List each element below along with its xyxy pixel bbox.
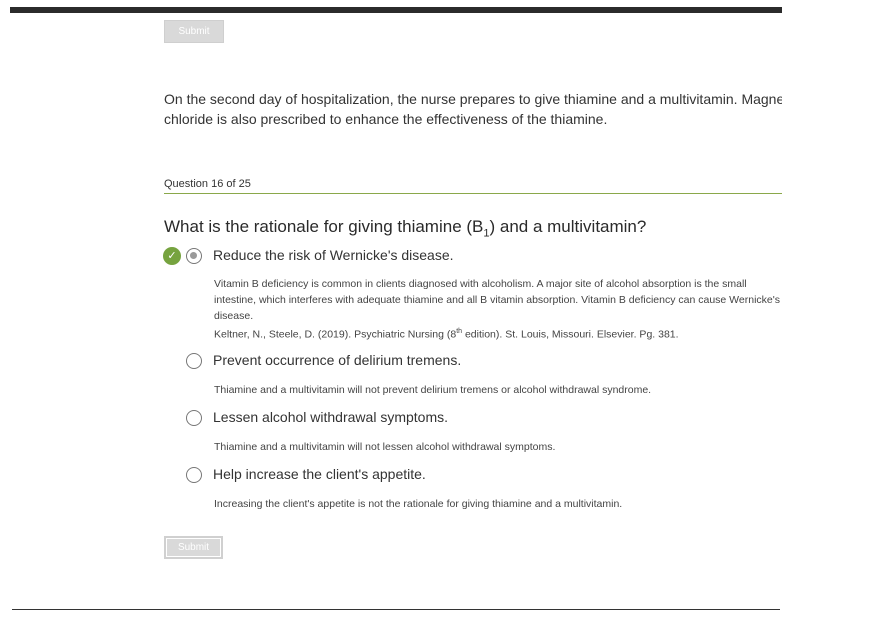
question-counter: Question 16 of 25 (164, 178, 251, 190)
option-4-label[interactable]: Help increase the client's appetite. (213, 466, 426, 482)
scenario-line-1: On the second day of hospitalization, th… (164, 91, 782, 107)
scenario-text: On the second day of hospitalization, th… (164, 89, 782, 129)
submit-button-top[interactable]: Submit (164, 20, 224, 43)
submit-button-bottom[interactable]: Submit (164, 536, 223, 559)
option-1-radio[interactable] (186, 248, 202, 264)
question-text: What is the rationale for giving thiamin… (164, 217, 646, 239)
question-divider (164, 193, 782, 194)
scenario-line-2: chloride is also prescribed to enhance t… (164, 111, 608, 127)
question-text-end: ) and a multivitamin? (489, 217, 647, 236)
option-3-radio[interactable] (186, 410, 202, 426)
question-text-start: What is the rationale for giving thiamin… (164, 217, 484, 236)
option-2-radio[interactable] (186, 353, 202, 369)
option-1-feedback-line-3: disease. (214, 310, 254, 322)
option-2-label[interactable]: Prevent occurrence of delirium tremens. (213, 352, 461, 368)
option-4-radio[interactable] (186, 467, 202, 483)
option-3-feedback: Thiamine and a multivitamin will not les… (214, 441, 556, 453)
check-circle-icon: ✓ (163, 247, 181, 265)
option-2-feedback: Thiamine and a multivitamin will not pre… (214, 384, 652, 396)
quiz-page: Submit On the second day of hospitalizat… (0, 0, 880, 621)
option-1-feedback-line-1: Vitamin B deficiency is common in client… (214, 278, 747, 290)
option-1-reference: Keltner, N., Steele, D. (2019). Psychiat… (214, 324, 784, 343)
option-1-feedback: Vitamin B deficiency is common in client… (214, 276, 784, 343)
top-divider-bar (10, 7, 782, 13)
option-4-feedback: Increasing the client's appetite is not … (214, 498, 623, 510)
option-1-feedback-line-2: intestine, which interferes with adequat… (214, 294, 780, 306)
reference-text-end: edition). St. Louis, Missouri. Elsevier.… (462, 328, 679, 341)
option-1-label[interactable]: Reduce the risk of Wernicke's disease. (213, 247, 454, 263)
reference-text-start: Keltner, N., Steele, D. (2019). Psychiat… (214, 328, 457, 341)
bottom-divider (12, 609, 780, 610)
option-3-label[interactable]: Lessen alcohol withdrawal symptoms. (213, 409, 448, 425)
